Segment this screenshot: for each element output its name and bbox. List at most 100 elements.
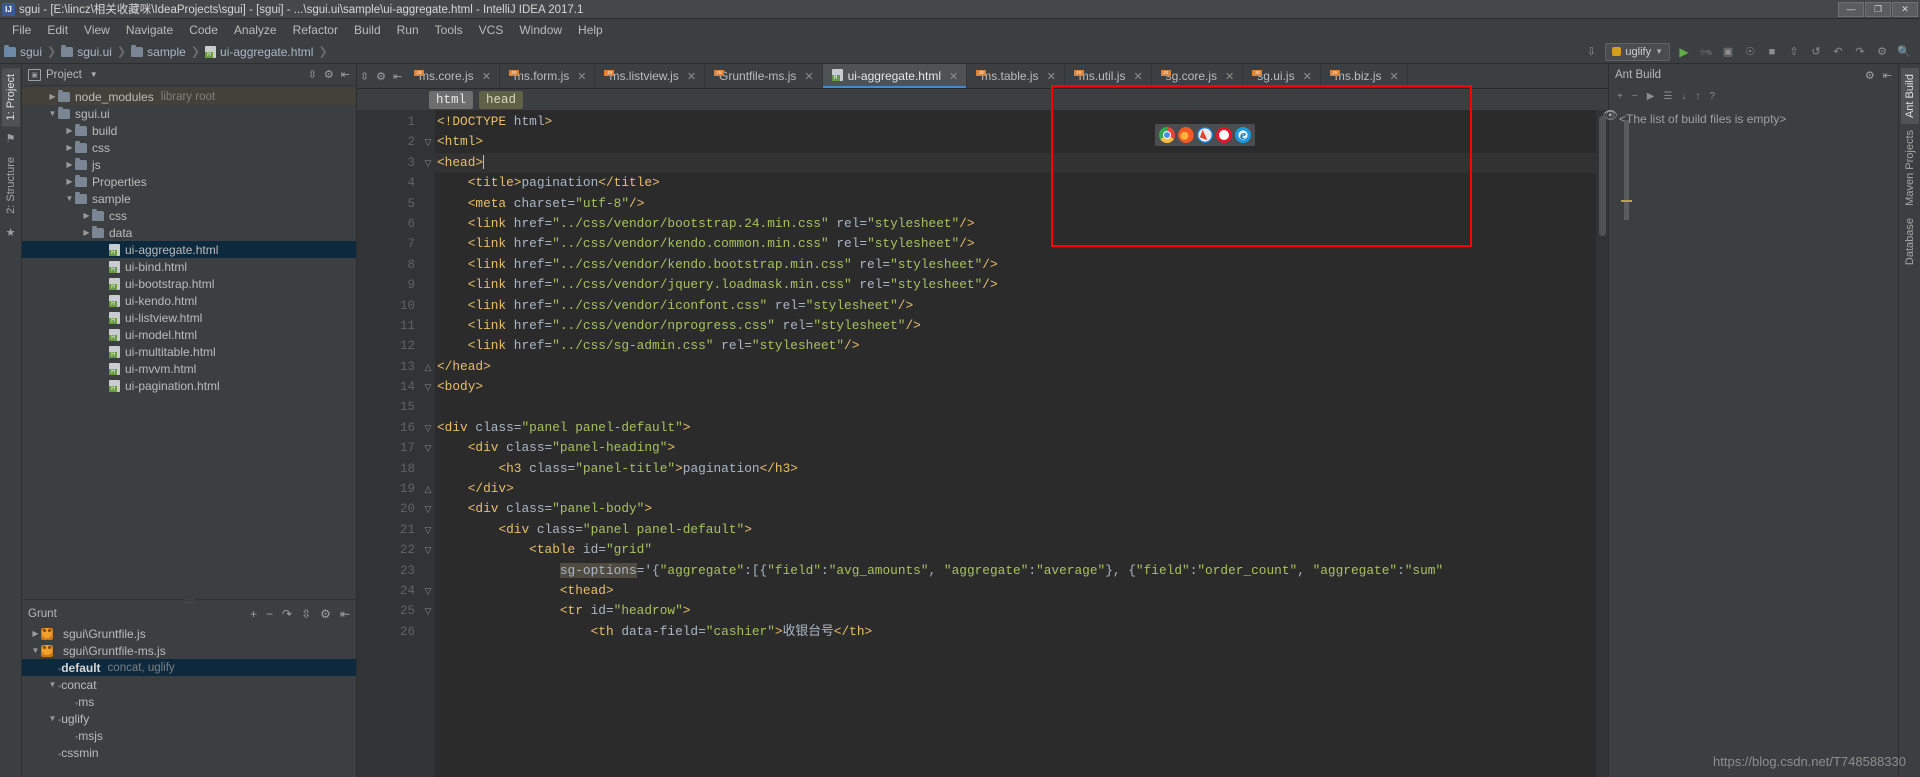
add-icon[interactable]: + [1617, 91, 1623, 102]
editor-tab[interactable]: sg.ui.js ✕ [1243, 64, 1321, 88]
fold-toggle-icon[interactable]: ▽ [421, 418, 435, 438]
menu-navigate[interactable]: Navigate [118, 21, 181, 39]
hide-icon[interactable]: ⇤ [1883, 69, 1892, 82]
chevron-right-icon[interactable]: ▶ [64, 177, 75, 186]
code-line[interactable]: sg-options='{"aggregate":[{"field":"avg_… [435, 561, 1608, 581]
chevron-right-icon[interactable]: ▶ [64, 143, 75, 152]
code-line[interactable]: <link href="../css/vendor/nprogress.css"… [435, 316, 1608, 336]
settings-icon[interactable]: ⚙ [1874, 44, 1890, 60]
chevron-right-icon[interactable]: ▶ [47, 92, 58, 101]
code-line[interactable]: <link href="../css/sg-admin.css" rel="st… [435, 336, 1608, 356]
debug-icon[interactable]: 🐜 [1698, 44, 1714, 60]
preview-scrollbar[interactable] [1624, 120, 1629, 220]
redo-icon[interactable]: ↷ [1852, 44, 1868, 60]
editor-tab[interactable]: ms.core.js ✕ [405, 64, 500, 88]
collapse-icon[interactable]: ↑ [1695, 91, 1700, 102]
code-line[interactable]: <thead> [435, 581, 1608, 601]
tree-row[interactable]: ◦ cssmin [22, 744, 356, 761]
tree-row[interactable]: ▶ sgui\Gruntfile.js [22, 625, 356, 642]
breadcrumb-item-sgui[interactable]: sgui [20, 45, 42, 59]
sidebar-tab-project[interactable]: 1: Project [1, 68, 20, 127]
sidebar-tab-database[interactable]: Database [1901, 212, 1919, 271]
chevron-down-icon[interactable]: ▼ [47, 109, 58, 118]
opera-icon[interactable] [1216, 127, 1232, 143]
collapse-icon[interactable]: ⇳ [360, 70, 369, 83]
close-icon[interactable]: ✕ [482, 70, 491, 83]
code-line[interactable]: <link href="../css/vendor/iconfont.css" … [435, 296, 1608, 316]
settings-icon[interactable]: ⚙ [376, 70, 386, 83]
add-icon[interactable]: + [250, 607, 257, 621]
editor-tab[interactable]: ms.form.js ✕ [499, 64, 596, 88]
firefox-icon[interactable] [1178, 127, 1194, 143]
sidebar-tab-structure[interactable]: 2: Structure [2, 151, 20, 220]
code-line[interactable]: </head> [435, 357, 1608, 377]
settings-icon[interactable]: ⚙ [324, 68, 334, 81]
coverage-icon[interactable]: ▣ [1720, 44, 1736, 60]
window-controls[interactable]: — ❐ ✕ [1838, 1, 1920, 17]
ant-panel-actions[interactable]: ⚙ ⇤ [1865, 69, 1892, 82]
tree-row[interactable]: ui-model.html [22, 326, 356, 343]
tree-row[interactable]: ◦ default concat, uglify [22, 659, 356, 676]
close-icon[interactable]: ✕ [1133, 70, 1142, 83]
code-line[interactable]: </div> [435, 479, 1608, 499]
menu-vcs[interactable]: VCS [471, 21, 512, 39]
fold-toggle-icon[interactable]: ▽ [421, 601, 435, 621]
code-line[interactable]: <div class="panel panel-default"> [435, 418, 1608, 438]
run-icon[interactable]: ▶ [1647, 91, 1655, 102]
fold-toggle-icon[interactable]: ▽ [421, 499, 435, 519]
menu-run[interactable]: Run [389, 21, 427, 39]
chevron-right-icon[interactable]: ▶ [64, 126, 75, 135]
editor-tab[interactable]: ms.biz.js ✕ [1320, 64, 1408, 88]
code-line[interactable]: <!DOCTYPE html> [435, 112, 1608, 132]
code-text[interactable]: <!DOCTYPE html> <html> <head> <title>pagin… [435, 110, 1608, 777]
fold-toggle-icon[interactable]: ▽ [421, 438, 435, 458]
internet-explorer-icon[interactable]: e [1235, 127, 1251, 143]
tree-row[interactable]: ▶ node_modules library root [22, 88, 356, 105]
editor-scrollbar-vertical[interactable] [1596, 110, 1608, 777]
code-line[interactable]: <table id="grid" [435, 540, 1608, 560]
left-tool-window-bar[interactable]: 1: Project ⚑ 2: Structure ★ [0, 64, 22, 777]
tree-row[interactable]: ▼ sample [22, 190, 356, 207]
hide-icon[interactable]: ⇤ [341, 68, 350, 81]
breadcrumb-item-sample[interactable]: sample [147, 45, 186, 59]
tree-row[interactable]: ui-kendo.html [22, 292, 356, 309]
fold-toggle-icon[interactable]: △ [421, 357, 435, 377]
breadcrumb-item-file[interactable]: ui-aggregate.html [220, 45, 313, 59]
properties-icon[interactable]: ☰ [1663, 91, 1672, 102]
chevron-down-icon[interactable]: ▼ [64, 194, 75, 203]
code-line[interactable]: <title>pagination</title> [435, 173, 1608, 193]
scrollbar-thumb[interactable] [1599, 116, 1606, 236]
close-icon[interactable]: ✕ [804, 70, 813, 83]
code-line[interactable]: <link href="../css/vendor/kendo.bootstra… [435, 255, 1608, 275]
code-line[interactable]: <link href="../css/vendor/bootstrap.24.m… [435, 214, 1608, 234]
fold-toggle-icon[interactable]: ▽ [421, 132, 435, 152]
reload-icon[interactable]: ↷ [282, 607, 292, 621]
maximize-button[interactable]: ❐ [1865, 1, 1891, 17]
editor-tab[interactable]: ms.listview.js ✕ [595, 64, 706, 88]
grunt-tree[interactable]: ▶ sgui\Gruntfile.js ▼ sgui\Gruntfile-ms.js ◦… [22, 625, 356, 777]
code-folding-gutter[interactable]: ▽ ▽ △ ▽ ▽ ▽ △ ▽ ▽ ▽ ▽ ▽ [421, 110, 435, 777]
close-icon[interactable]: ✕ [949, 70, 958, 83]
browser-preview-popup[interactable]: e [1155, 124, 1255, 146]
menu-bar[interactable]: File Edit View Navigate Code Analyze Ref… [0, 19, 1920, 40]
chevron-right-icon[interactable]: ▶ [30, 629, 41, 638]
tree-row[interactable]: ▶ data [22, 224, 356, 241]
fold-toggle-icon[interactable]: ▽ [421, 540, 435, 560]
tree-row[interactable]: ▶ build [22, 122, 356, 139]
editor-tab[interactable]: sg.core.js ✕ [1151, 64, 1244, 88]
code-editor[interactable]: 1 2 3 4 5 6 7 8 9 10 11 12 13 14 15 16 17 18 19 20 21 22 23 24 2… [357, 110, 1608, 777]
tree-row[interactable]: ui-pagination.html [22, 377, 356, 394]
code-line[interactable]: <div class="panel panel-default"> [435, 520, 1608, 540]
menu-refactor[interactable]: Refactor [285, 21, 346, 39]
menu-file[interactable]: File [4, 21, 39, 39]
vcs-update-icon[interactable]: ⇩ [1583, 44, 1599, 60]
breadcrumb[interactable]: sgui ❯ sgui.ui ❯ sample ❯ ui-aggregate.h… [4, 44, 333, 59]
stop-icon[interactable]: ■ [1764, 44, 1780, 60]
right-tool-window-bar[interactable]: Ant Build Maven Projects Database [1898, 64, 1920, 777]
close-button[interactable]: ✕ [1892, 1, 1918, 17]
menu-analyze[interactable]: Analyze [226, 21, 285, 39]
menu-edit[interactable]: Edit [39, 21, 76, 39]
menu-help[interactable]: Help [570, 21, 611, 39]
chevron-right-icon[interactable]: ▶ [81, 228, 92, 237]
undo-icon[interactable]: ↶ [1830, 44, 1846, 60]
